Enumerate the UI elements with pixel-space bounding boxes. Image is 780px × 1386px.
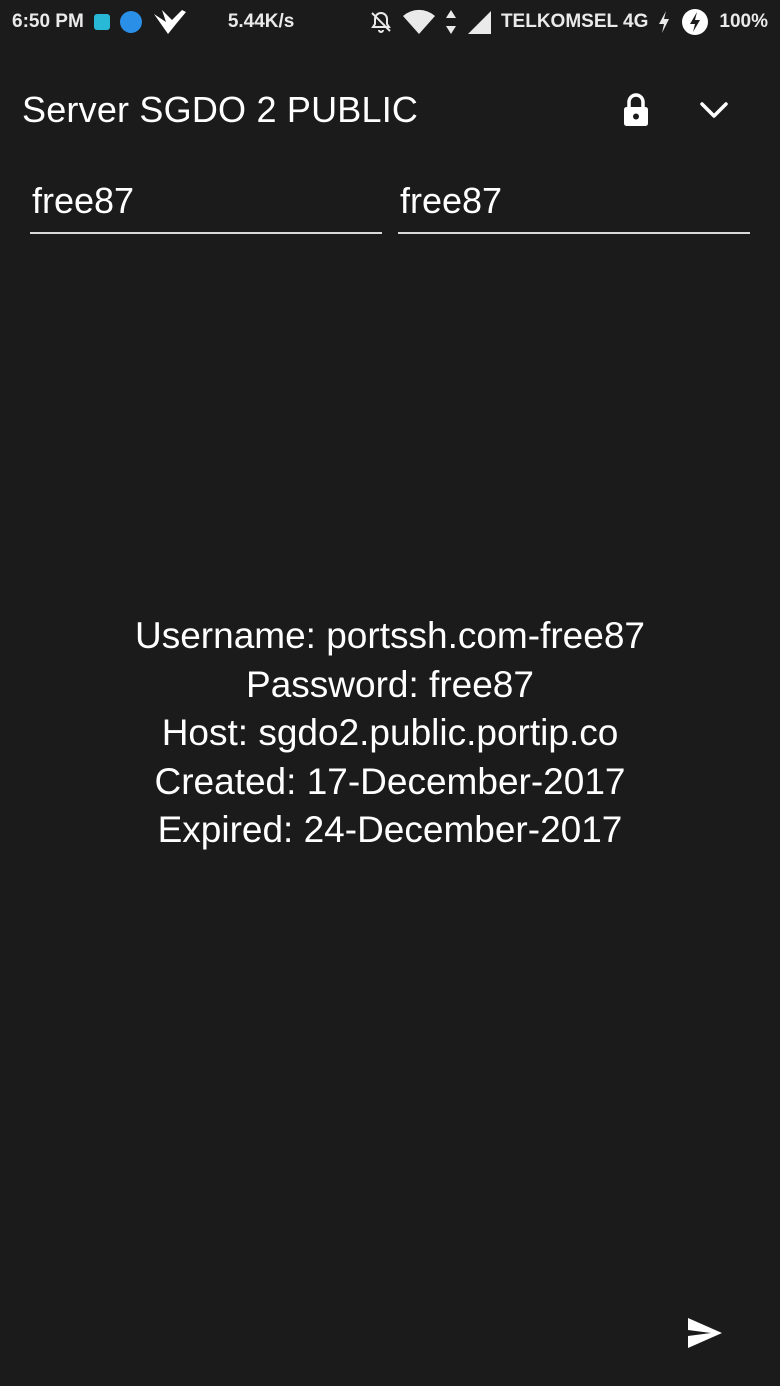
server-title: Server SGDO 2 PUBLIC — [22, 89, 419, 130]
info-created: Created: 17-December-2017 — [154, 760, 626, 802]
status-bar: 6:50 PM 5.44K/s TELKOMSEL 4G 100% — [0, 0, 780, 44]
chevron-down-icon — [700, 102, 728, 118]
username-field-wrap — [30, 170, 382, 234]
username-input[interactable] — [30, 170, 382, 232]
info-username: Username: portssh.com-free87 — [135, 615, 645, 656]
info-host: Host: sgdo2.public.portip.co — [161, 712, 619, 753]
password-field-wrap — [398, 170, 750, 234]
expand-button[interactable] — [692, 88, 736, 132]
account-info: Username: portssh.com-free87 Password: f… — [0, 612, 780, 855]
notifications-off-icon — [369, 10, 393, 34]
app-bar: Server SGDO 2 PUBLIC — [0, 64, 780, 156]
lock-button[interactable] — [614, 88, 658, 132]
info-password: Password: free87 — [246, 663, 534, 705]
usb-icon — [93, 14, 110, 30]
password-input[interactable] — [398, 170, 750, 232]
battery-icon — [680, 7, 710, 37]
send-icon — [688, 1318, 722, 1348]
info-expired: Expired: 24-December-2017 — [157, 809, 623, 850]
app-screen: 6:50 PM 5.44K/s TELKOMSEL 4G 100% Server… — [0, 0, 780, 1386]
app-notification-icon — [119, 11, 142, 33]
status-time: 6:50 PM — [12, 11, 84, 32]
charging-icon — [657, 10, 671, 34]
send-button[interactable] — [682, 1310, 728, 1356]
battery-percent: 100% — [719, 11, 768, 32]
data-arrows-icon — [445, 9, 457, 35]
bird-notification-icon — [152, 8, 192, 36]
carrier-label: TELKOMSEL 4G — [500, 11, 649, 32]
signal-icon — [466, 9, 492, 35]
wifi-icon — [402, 9, 436, 35]
network-speed: 5.44K/s — [227, 11, 295, 32]
lock-icon — [624, 93, 648, 126]
